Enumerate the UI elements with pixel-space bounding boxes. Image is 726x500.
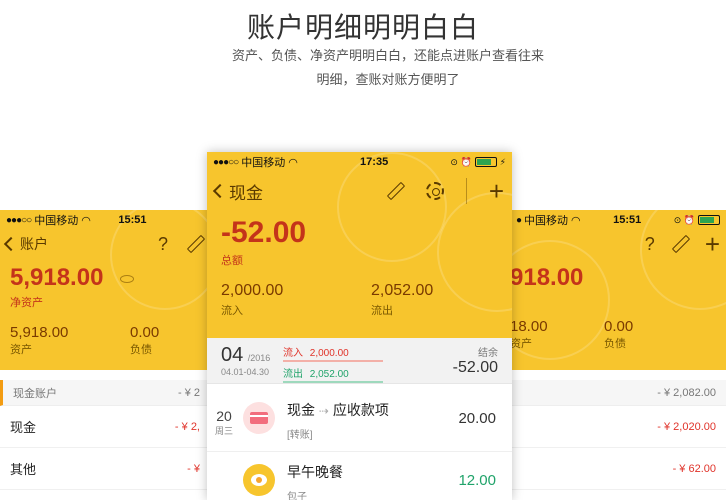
section-header: - ¥ 2,082.00 (510, 380, 726, 406)
page-subtitle: 资产、负债、净资产明明白白，还能点进账户查看往来明细，查账对账方便明了 (231, 48, 544, 87)
carrier-label: 中国移动 (524, 215, 569, 227)
section-header: 现金账户 - ¥ 2 (0, 380, 210, 406)
nav-title: 现金 (229, 183, 263, 203)
carrier-label: 中国移动 (241, 157, 286, 169)
entry-title: 早午晚餐 (287, 464, 343, 480)
plus-icon[interactable]: + (705, 231, 720, 257)
period-range: 04.01-04.30 (221, 367, 270, 377)
edit-icon[interactable] (186, 235, 204, 253)
help-icon[interactable]: ? (158, 234, 168, 255)
chevron-left-icon (212, 183, 228, 199)
right-phone-screen: ● 中国移动 ◠ 15:51 ⊙ ⏰ ? + 918.00 18.00 资产 0.0… (510, 210, 726, 500)
account-name: 其他 (10, 462, 37, 477)
status-time: 15:51 (613, 214, 642, 226)
transaction-row[interactable]: 早午晚餐 包子 12.00 (207, 452, 512, 500)
account-row[interactable]: 现金 - ¥ 2, (0, 406, 210, 448)
period-in-value: 2,000.00 (309, 348, 349, 359)
account-amount: - ¥ 2,020.00 (657, 420, 716, 433)
entry-amount: 20.00 (458, 410, 496, 427)
net-assets-amount: 918.00 (510, 264, 584, 291)
entry-note: [转账] (287, 430, 313, 441)
arrow-right-icon: ⇢ (318, 404, 329, 418)
nav-title: 账户 (20, 236, 48, 252)
outflow-label: 流出 (371, 305, 393, 317)
period-out-label: 流出 (283, 369, 303, 380)
battery-icon (697, 215, 720, 225)
gear-icon[interactable] (425, 182, 444, 200)
help-icon[interactable]: ? (645, 234, 655, 255)
assets-value: 18.00 (510, 318, 548, 335)
debt-value: 0.00 (130, 324, 160, 341)
status-time: 17:35 (360, 156, 389, 168)
entry-note: 包子 (287, 492, 307, 500)
account-amount: - ¥ 2, (174, 420, 200, 433)
account-row[interactable]: - ¥ 2,020.00 (510, 406, 726, 448)
meal-icon (243, 464, 275, 496)
assets-label: 资产 (510, 338, 532, 350)
transaction-row[interactable]: 20 周三 现金 ⇢ 应收款项 [转账] 20.00 (207, 390, 512, 452)
period-month: 04 (221, 344, 244, 366)
edit-icon[interactable] (386, 182, 404, 200)
section-value: - ¥ 2,082.00 (657, 386, 716, 399)
transfer-to: 应收款项 (332, 402, 389, 418)
entry-weekday: 周三 (215, 426, 234, 436)
edit-icon[interactable] (671, 235, 689, 253)
period-year: /2016 (247, 353, 271, 363)
eye-icon[interactable] (120, 274, 135, 283)
period-out-value: 2,052.00 (309, 369, 349, 380)
status-time: 15:51 (118, 214, 147, 226)
net-assets-amount: 5,918.00 (10, 264, 104, 291)
account-name: 现金 (10, 420, 37, 435)
status-bar: ● 中国移动 ◠ 15:51 ⊙ ⏰ (510, 210, 726, 230)
back-button[interactable]: 账户 (3, 234, 48, 254)
entry-day: 20 (216, 408, 232, 424)
account-row[interactable]: - ¥ 62.00 (510, 448, 726, 490)
debt-label: 负债 (130, 344, 152, 356)
outflow-value: 2,052.00 (371, 282, 434, 299)
status-bar: ●●●○○ 中国移动 ◠ 15:51 (6, 214, 147, 227)
section-value: - ¥ 2 (177, 386, 200, 399)
back-button[interactable]: 现金 (212, 179, 263, 204)
center-phone-screen: ●●●○○ 中国移动 ◠ 17:35 ⊙ ⏰ ⚡ 现金 + -52.00 总额 2,0… (207, 152, 512, 500)
section-title: 现金账户 (13, 387, 57, 400)
transfer-from: 现金 (287, 402, 315, 418)
inflow-label: 流入 (221, 305, 243, 317)
left-phone-screen: ●●●○○ 中国移动 ◠ 15:51 账户 ? 5,918.00 净资产 5,918… (0, 210, 210, 500)
balance-value: -52.00 (452, 359, 498, 376)
entry-amount: 12.00 (458, 472, 496, 489)
total-label: 总额 (221, 255, 243, 267)
balance-label: 结余 (478, 348, 498, 359)
inflow-value: 2,000.00 (221, 282, 284, 299)
carrier-label: 中国移动 (34, 215, 79, 227)
account-amount: - ¥ 62.00 (672, 462, 716, 475)
transfer-icon (243, 402, 275, 434)
period-in-label: 流入 (283, 348, 303, 359)
status-bar: ●●●○○ 中国移动 ◠ 17:35 ⊙ ⏰ ⚡ (213, 156, 506, 169)
total-amount: -52.00 (221, 216, 307, 249)
net-assets-label: 净资产 (10, 297, 43, 309)
debt-label: 负债 (604, 338, 626, 350)
debt-value: 0.00 (604, 318, 634, 335)
period-summary[interactable]: 04 /2016 04.01-04.30 流入 2,000.00 流出 2,05… (207, 338, 512, 384)
battery-icon (474, 157, 497, 167)
account-amount: - ¥ (187, 462, 200, 475)
account-row[interactable]: 其他 - ¥ (0, 448, 210, 490)
assets-value: 5,918.00 (10, 324, 69, 341)
page-title: 账户明细明明白白 (246, 12, 479, 43)
chevron-left-icon (3, 236, 19, 252)
assets-label: 资产 (10, 344, 32, 356)
plus-icon[interactable]: + (489, 178, 504, 204)
